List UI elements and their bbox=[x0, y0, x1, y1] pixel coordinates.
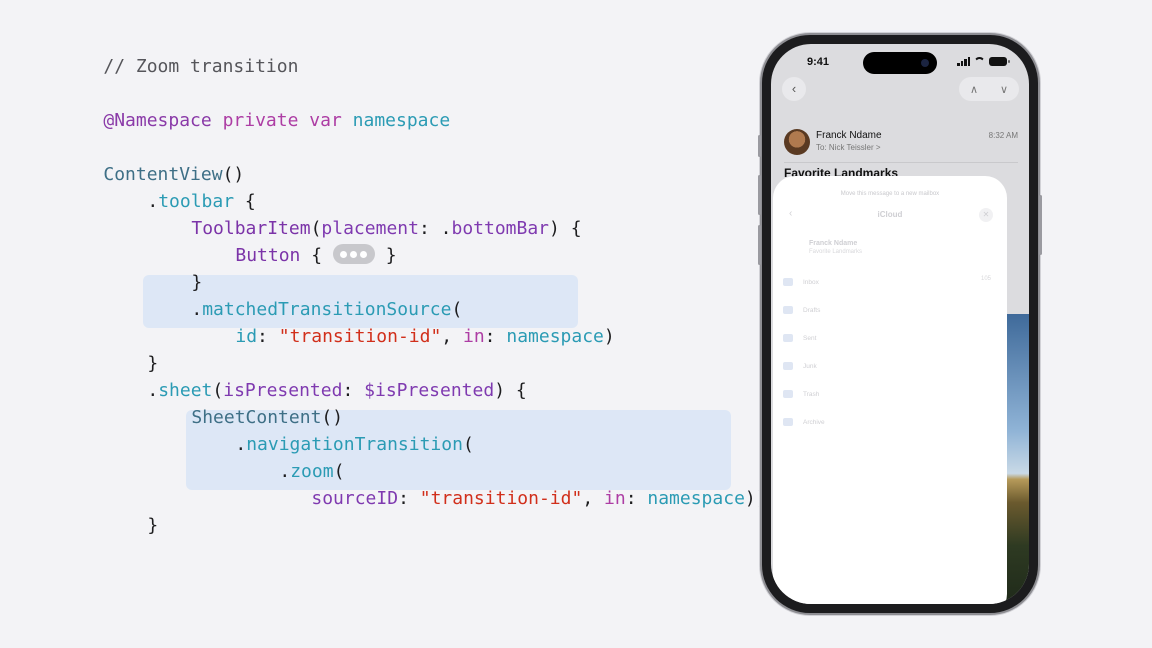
message-time: 8:32 AM bbox=[988, 131, 1018, 140]
sent-icon bbox=[783, 334, 793, 342]
sheet-from-subtitle: Favorite Landmarks bbox=[809, 249, 863, 255]
colon: : bbox=[257, 326, 279, 347]
battery-icon bbox=[989, 57, 1010, 66]
mailbox-drafts[interactable]: Drafts bbox=[783, 306, 820, 314]
inbox-count: 105 bbox=[980, 276, 991, 282]
side-button bbox=[1039, 195, 1042, 255]
colon: : bbox=[398, 488, 420, 509]
source-id-label: sourceID bbox=[311, 488, 399, 509]
message-navigation[interactable]: ∧ ∨ bbox=[959, 77, 1019, 101]
ellipsis-icon bbox=[332, 244, 375, 264]
sheet-from: Franck Ndame bbox=[809, 240, 858, 247]
code-comment: // Zoom transition bbox=[103, 56, 299, 77]
archive-icon bbox=[783, 418, 793, 426]
colon: : bbox=[342, 380, 365, 401]
back-button[interactable]: ‹ bbox=[782, 77, 806, 101]
code-line-15: sourceID: "transition-id", in: namespace… bbox=[268, 466, 766, 532]
keyword-private: private bbox=[222, 110, 299, 131]
keyword-var: var bbox=[309, 110, 342, 131]
open-paren: ( bbox=[462, 434, 474, 455]
close-paren: ) bbox=[603, 326, 615, 347]
phone-screen: 9:41 ‹ ∧ ∨ Franck Ndame To: Nick Teissle… bbox=[771, 44, 1029, 604]
volume-down-button bbox=[758, 225, 761, 265]
mailbox-label: Archive bbox=[803, 418, 825, 426]
wifi-icon bbox=[974, 57, 985, 66]
mailbox-label: Junk bbox=[803, 362, 817, 370]
signal-icon bbox=[957, 57, 970, 66]
colon-dot: : . bbox=[418, 218, 452, 239]
mailbox-sent[interactable]: Sent bbox=[783, 334, 816, 342]
comma: , bbox=[441, 326, 463, 347]
button-open: { bbox=[300, 245, 333, 266]
close-paren-brace: ) { bbox=[549, 218, 582, 239]
trash-icon bbox=[783, 390, 793, 398]
sender-name: Franck Ndame bbox=[816, 130, 882, 141]
in-label: in bbox=[462, 326, 485, 347]
code-panel: // Zoom transition @Namespace private va… bbox=[0, 0, 766, 648]
divider bbox=[784, 162, 1018, 163]
in-label: in bbox=[604, 488, 626, 509]
mailbox-archive[interactable]: Archive bbox=[783, 418, 825, 426]
transition-id-string: "transition-id" bbox=[278, 326, 442, 347]
mailbox-label: Inbox bbox=[803, 278, 819, 286]
action-button bbox=[758, 135, 761, 157]
drafts-icon bbox=[783, 306, 793, 314]
mailbox-label: Trash bbox=[803, 390, 820, 398]
recipient-line[interactable]: To: Nick Teissler > bbox=[816, 143, 881, 152]
namespace-identifier: namespace bbox=[352, 110, 451, 131]
close-paren-brace: ) { bbox=[494, 380, 527, 401]
is-presented-binding: $isPresented bbox=[364, 380, 495, 401]
mailbox-label: Drafts bbox=[803, 306, 821, 314]
inbox-icon bbox=[783, 278, 793, 286]
colon: : bbox=[484, 326, 507, 347]
sheet-hint: Move this message to a new mailbox bbox=[840, 191, 940, 197]
namespace-argument: namespace bbox=[506, 326, 604, 347]
transition-id-string: "transition-id" bbox=[419, 488, 583, 509]
iphone-frame: 9:41 ‹ ∧ ∨ Franck Ndame To: Nick Teissle… bbox=[758, 35, 1042, 613]
mailbox-trash[interactable]: Trash bbox=[783, 390, 819, 398]
dynamic-island bbox=[863, 52, 937, 74]
move-message-sheet: Move this message to a new mailbox ‹ iCl… bbox=[773, 176, 1007, 604]
bottom-bar-value: bottomBar bbox=[451, 218, 550, 239]
chevron-down-icon[interactable]: ∨ bbox=[1000, 83, 1008, 96]
id-label: id bbox=[235, 326, 258, 347]
mailbox-junk[interactable]: Junk bbox=[783, 362, 817, 370]
code-line-16: } bbox=[104, 493, 158, 559]
close-icon[interactable]: ✕ bbox=[979, 208, 993, 222]
colon: : bbox=[625, 488, 648, 509]
button-close: } bbox=[374, 245, 397, 266]
chevron-up-icon[interactable]: ∧ bbox=[970, 83, 978, 96]
namespace-argument: namespace bbox=[647, 488, 745, 509]
mailbox-label: Sent bbox=[803, 334, 817, 342]
status-time: 9:41 bbox=[807, 56, 830, 68]
volume-up-button bbox=[758, 175, 761, 215]
close-brace: } bbox=[147, 515, 159, 536]
mailbox-inbox[interactable]: Inbox bbox=[783, 278, 819, 286]
status-icons bbox=[957, 57, 1010, 66]
sheet-title: iCloud bbox=[877, 210, 903, 219]
namespace-attribute: @Namespace bbox=[103, 110, 212, 131]
comma: , bbox=[582, 488, 604, 509]
avatar bbox=[784, 129, 810, 155]
button-type: Button bbox=[235, 245, 301, 266]
junk-icon bbox=[783, 362, 793, 370]
